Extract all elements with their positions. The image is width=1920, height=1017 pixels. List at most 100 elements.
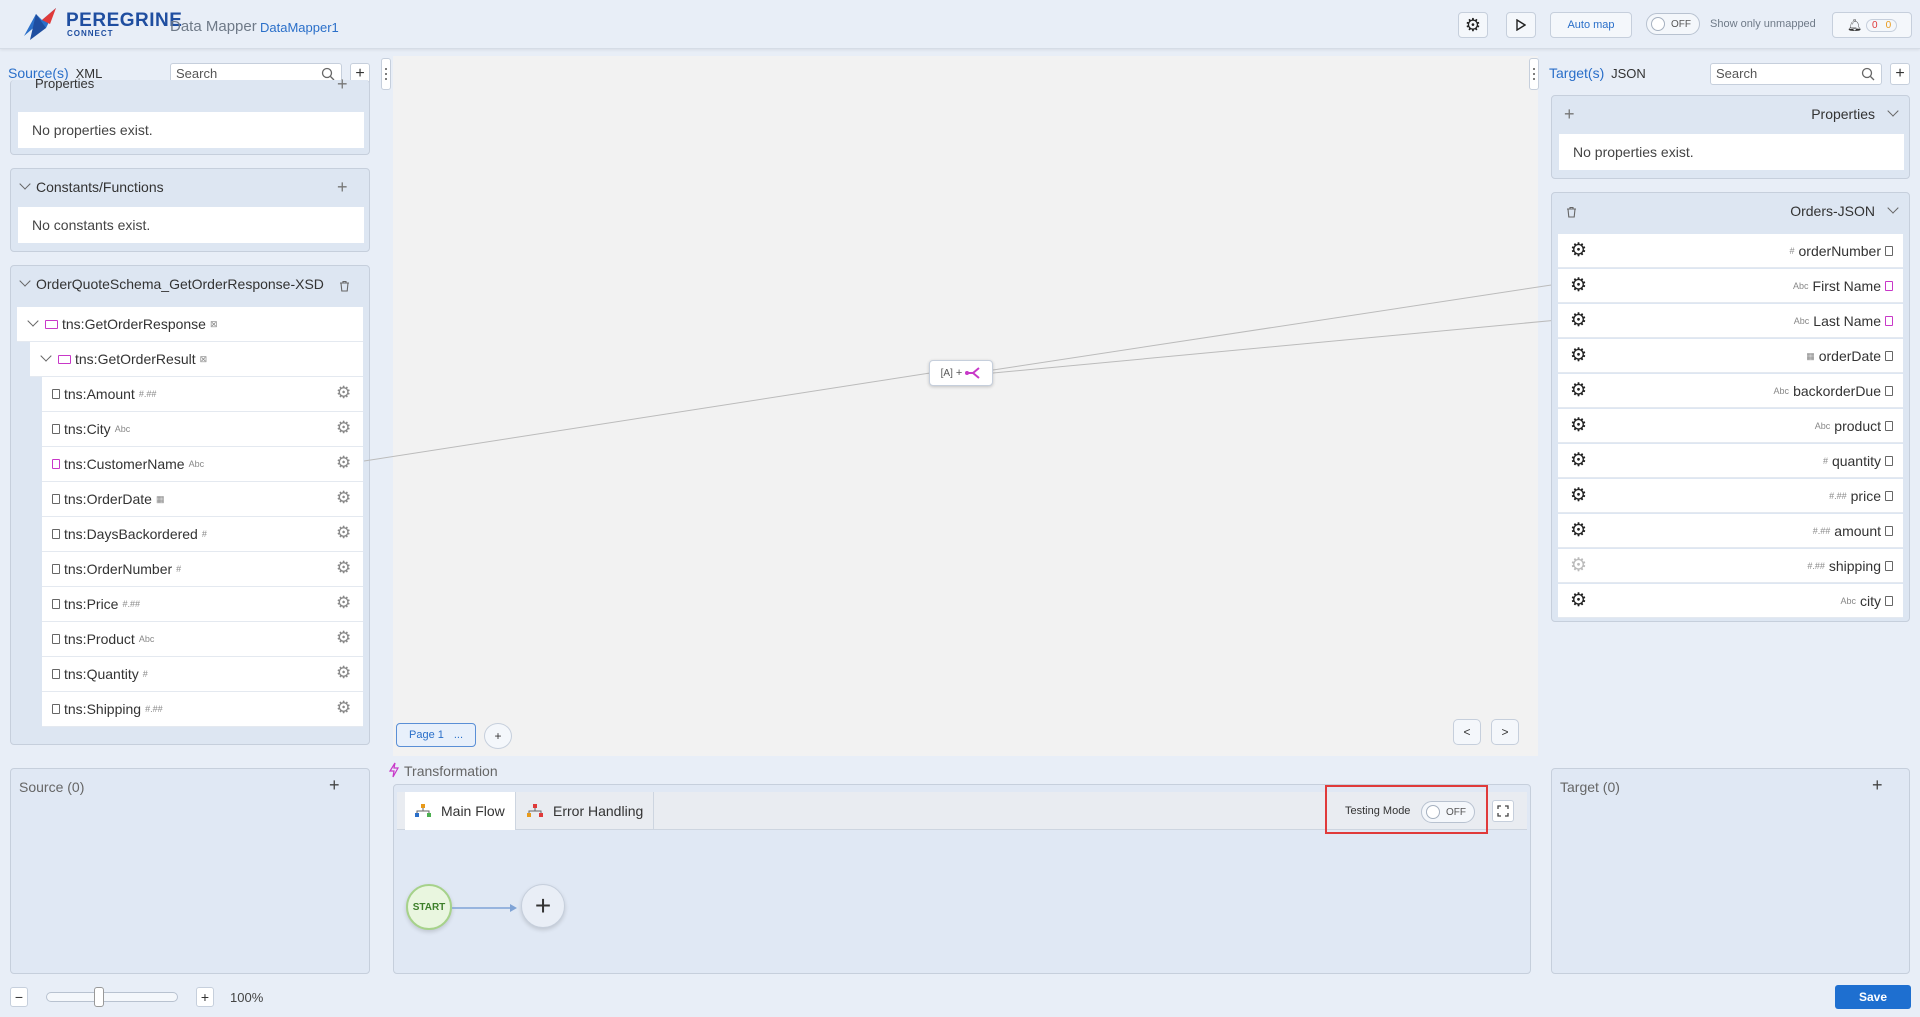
tab-error-handling-label: Error Handling xyxy=(553,803,644,819)
gear-icon[interactable]: ⚙ xyxy=(1570,414,1587,437)
document-icon xyxy=(1885,456,1893,466)
testing-mode-toggle[interactable]: OFF xyxy=(1421,801,1475,823)
plus-icon: + xyxy=(200,989,210,1005)
add-source-icon[interactable]: + xyxy=(329,775,340,796)
target-panel-title: Target(s) JSON xyxy=(1549,65,1646,81)
testing-mode-label: Testing Mode xyxy=(1345,805,1411,817)
bottom-source-panel: Source (0) + xyxy=(10,768,370,974)
gear-icon[interactable]: ⚙ xyxy=(1570,274,1587,297)
target-field-name: orderNumber xyxy=(1798,243,1881,259)
previous-page-button[interactable]: < xyxy=(1453,719,1481,745)
zoom-slider-track[interactable] xyxy=(46,992,178,1002)
target-panel-resize-handle[interactable] xyxy=(1529,58,1539,90)
flow-icon xyxy=(415,804,431,817)
field-type-icon: #.## xyxy=(1807,561,1825,571)
field-type-icon: # xyxy=(1789,246,1795,256)
add-page-button[interactable]: + xyxy=(484,723,512,749)
target-field-row[interactable]: ⚙ Abc First Name xyxy=(1558,269,1903,303)
target-schema-header[interactable]: Orders-JSON xyxy=(1552,193,1909,227)
bottom-target-title: Target (0) xyxy=(1560,779,1620,795)
zoom-level: 100% xyxy=(230,990,264,1005)
target-field-row[interactable]: ⚙ Abc Last Name xyxy=(1558,304,1903,338)
target-properties-header[interactable]: + Properties xyxy=(1552,96,1909,130)
start-node[interactable]: START xyxy=(406,884,452,930)
function-node[interactable]: [A] + xyxy=(929,360,993,386)
target-no-properties: No properties exist. xyxy=(1559,134,1904,170)
bottom-source-title: Source (0) xyxy=(19,779,85,795)
field-type-icon: Abc xyxy=(1773,386,1790,396)
field-type-icon: #.## xyxy=(1812,526,1831,536)
target-field-name: quantity xyxy=(1831,453,1881,469)
tab-error-handling[interactable]: Error Handling xyxy=(517,792,655,830)
document-icon xyxy=(1885,421,1893,431)
target-field-name: orderDate xyxy=(1818,348,1881,364)
trash-icon[interactable] xyxy=(1566,206,1577,218)
target-field-name: shipping xyxy=(1828,558,1881,574)
field-type-icon: Abc xyxy=(1840,596,1856,606)
target-field-row[interactable]: ⚙ #.## amount xyxy=(1558,514,1903,548)
target-field-row[interactable]: ⚙ ▦ orderDate xyxy=(1558,339,1903,373)
gear-icon[interactable]: ⚙ xyxy=(1570,449,1587,472)
document-icon xyxy=(1885,246,1893,256)
page-tab-1[interactable]: Page 1 ... xyxy=(396,723,477,747)
minus-icon: − xyxy=(14,989,24,1005)
fullscreen-icon xyxy=(1497,805,1509,817)
lightning-icon xyxy=(389,762,399,778)
expand-button[interactable] xyxy=(1492,800,1514,822)
document-icon xyxy=(1885,526,1893,536)
document-icon xyxy=(1885,351,1893,361)
gear-icon[interactable]: ⚙ xyxy=(1570,309,1587,332)
transformation-title: Transformation xyxy=(404,763,498,779)
next-page-button[interactable]: > xyxy=(1491,719,1519,745)
gear-icon[interactable]: ⚙ xyxy=(1570,239,1587,262)
plus-icon: + xyxy=(1895,65,1905,82)
document-icon xyxy=(1885,561,1893,571)
split-icon xyxy=(965,367,980,379)
plus-icon: + xyxy=(534,890,552,921)
document-icon xyxy=(1885,491,1893,501)
add-target-icon[interactable]: + xyxy=(1872,775,1883,796)
field-type-icon: Abc xyxy=(1793,316,1810,326)
page-tab-menu[interactable]: ... xyxy=(454,729,463,741)
tab-main-flow-label: Main Flow xyxy=(441,803,505,819)
gear-icon[interactable]: ⚙ xyxy=(1570,379,1587,402)
document-icon xyxy=(1885,281,1893,291)
target-field-name: Last Name xyxy=(1813,313,1881,329)
testing-mode-box: Testing Mode OFF xyxy=(1325,785,1488,834)
target-field-row[interactable]: ⚙ #.## shipping xyxy=(1558,549,1903,583)
search-icon xyxy=(1861,67,1875,81)
target-field-row[interactable]: ⚙ Abc backorderDue xyxy=(1558,374,1903,408)
save-button[interactable]: Save xyxy=(1835,985,1911,1009)
field-type-icon: Abc xyxy=(1793,281,1809,291)
target-properties-title: Properties xyxy=(1811,106,1875,122)
target-field-row[interactable]: ⚙ Abc city xyxy=(1558,584,1903,618)
toggle-knob xyxy=(1426,805,1440,819)
target-add-button[interactable]: + xyxy=(1890,63,1910,85)
field-type-icon: # xyxy=(1822,456,1828,466)
bottom-target-panel: Target (0) + xyxy=(1551,768,1910,974)
zoom-slider-handle[interactable] xyxy=(94,987,104,1007)
testing-mode-state: OFF xyxy=(1446,806,1466,818)
target-search-input[interactable]: Search xyxy=(1710,63,1882,85)
zoom-in-button[interactable]: + xyxy=(196,987,214,1007)
target-field-name: price xyxy=(1850,488,1881,504)
gear-icon[interactable]: ⚙ xyxy=(1570,589,1587,612)
target-field-row[interactable]: ⚙ # orderNumber xyxy=(1558,234,1903,268)
target-field-name: city xyxy=(1860,593,1881,609)
target-field-name: amount xyxy=(1834,523,1881,539)
target-field-row[interactable]: ⚙ Abc product xyxy=(1558,409,1903,443)
zoom-out-button[interactable]: − xyxy=(10,987,28,1007)
add-property-icon[interactable]: + xyxy=(1564,104,1575,125)
field-type-icon: ▦ xyxy=(1806,350,1815,361)
target-field-row[interactable]: ⚙ #.## price xyxy=(1558,479,1903,513)
gear-icon[interactable]: ⚙ xyxy=(1570,554,1587,577)
target-field-row[interactable]: ⚙ # quantity xyxy=(1558,444,1903,478)
add-step-button[interactable]: + xyxy=(521,884,565,928)
document-icon xyxy=(1885,316,1893,326)
field-type-icon: Abc xyxy=(1814,421,1831,431)
gear-icon[interactable]: ⚙ xyxy=(1570,484,1587,507)
gear-icon[interactable]: ⚙ xyxy=(1570,344,1587,367)
tab-main-flow[interactable]: Main Flow xyxy=(405,792,516,830)
target-schema-title: Orders-JSON xyxy=(1790,203,1875,219)
gear-icon[interactable]: ⚙ xyxy=(1570,519,1587,542)
